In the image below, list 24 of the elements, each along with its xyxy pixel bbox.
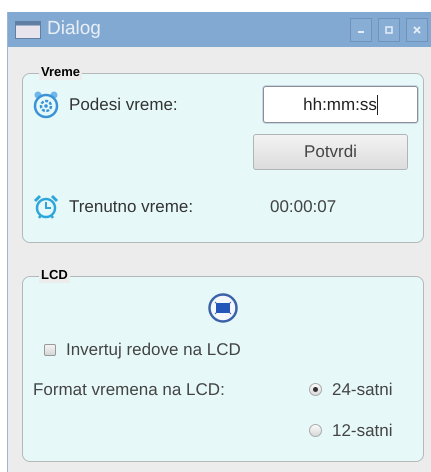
invert-checkbox[interactable]	[44, 344, 56, 356]
field-label: Podesi vreme:	[69, 94, 179, 116]
alarm-clock-icon	[33, 194, 59, 220]
screen-icon	[208, 293, 238, 323]
close-icon	[413, 26, 421, 34]
field-label: Format vremena na LCD:	[33, 378, 226, 400]
radio-label: 24-satni	[332, 378, 392, 400]
maximize-icon	[385, 26, 393, 34]
radio-label: 12-satni	[332, 420, 392, 442]
radio-button[interactable]	[309, 424, 322, 438]
field-label: Trenutno vreme:	[69, 196, 194, 218]
alarm-clock-gear-icon	[33, 90, 59, 118]
group-title: LCD	[39, 267, 70, 283]
checkbox-label: Invertuj redove na LCD	[66, 339, 241, 361]
close-button[interactable]	[406, 18, 428, 42]
current-time-value: 00:00:07	[270, 196, 336, 218]
maximize-button[interactable]	[378, 18, 400, 42]
radio-button[interactable]	[309, 382, 322, 396]
minimize-button[interactable]	[350, 18, 372, 42]
time-input-field[interactable]: hh:mm:ss	[263, 86, 418, 123]
confirm-button[interactable]: Potvrdi	[253, 134, 408, 170]
group-title: Vreme	[39, 64, 82, 80]
window-title: Dialog	[47, 17, 102, 42]
window-icon	[15, 20, 41, 38]
